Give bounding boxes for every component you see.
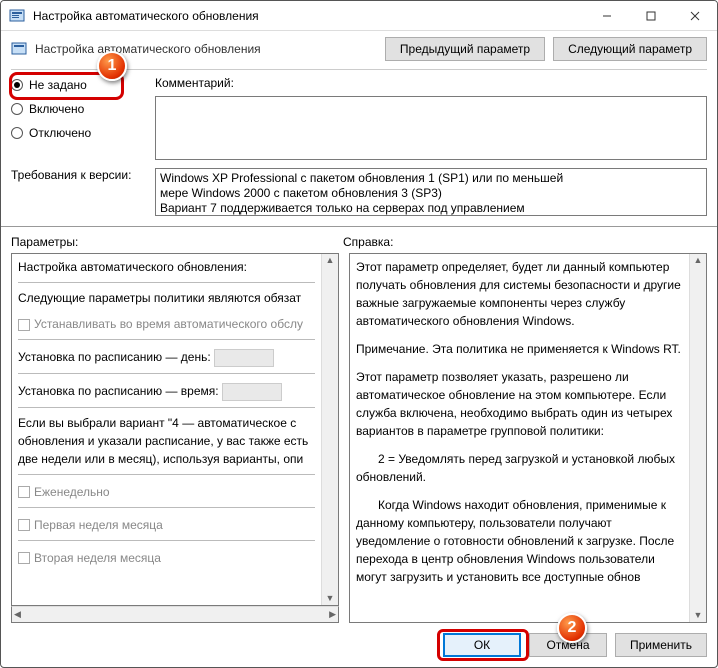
window-title: Настройка автоматического обновления — [33, 9, 585, 23]
policy-icon — [11, 41, 27, 57]
checkbox-install-during-maintenance[interactable]: Устанавливать во время автоматического о… — [18, 315, 315, 333]
radio-not-configured[interactable]: Не задано — [11, 78, 141, 92]
options-vertical-scrollbar[interactable]: ▲ ▼ — [321, 254, 338, 605]
options-heading: Настройка автоматического обновления: — [18, 258, 315, 276]
options-note: Следующие параметры политики являются об… — [18, 289, 315, 307]
radio-disabled[interactable]: Отключено — [11, 126, 141, 140]
options-panel-wrap: Настройка автоматического обновления: Сл… — [11, 253, 339, 623]
scheduled-time-field[interactable] — [222, 383, 282, 401]
state-section: Не задано Включено Отключено Комментарий… — [1, 70, 717, 164]
scroll-left-icon: ◀ — [14, 609, 21, 620]
checkbox-icon — [18, 319, 30, 331]
checkbox-icon — [18, 486, 30, 498]
close-button[interactable] — [673, 1, 717, 31]
help-content: Этот параметр определяет, будет ли данны… — [350, 254, 689, 622]
next-setting-button[interactable]: Следующий параметр — [553, 37, 707, 61]
requirements-text[interactable]: Windows XP Professional с пакетом обновл… — [155, 168, 707, 216]
scroll-down-icon: ▼ — [326, 594, 335, 603]
previous-setting-button[interactable]: Предыдущий параметр — [385, 37, 545, 61]
dialog-footer: ОК Отмена Применить — [1, 627, 717, 667]
options-panel: Настройка автоматического обновления: Сл… — [11, 253, 339, 606]
ok-button[interactable]: ОК — [443, 633, 521, 657]
radio-enabled[interactable]: Включено — [11, 102, 141, 116]
gpo-setting-dialog: Настройка автоматического обновления Нас… — [0, 0, 718, 668]
help-vertical-scrollbar[interactable]: ▲ ▼ — [689, 254, 706, 622]
titlebar: Настройка автоматического обновления — [1, 1, 717, 31]
scheduled-day-field[interactable] — [214, 349, 274, 367]
scroll-down-icon: ▼ — [694, 611, 703, 620]
checkbox-icon — [18, 552, 30, 564]
checkbox-weekly[interactable]: Еженедельно — [18, 483, 315, 501]
comment-textarea[interactable] — [155, 96, 707, 160]
cancel-button[interactable]: Отмена — [529, 633, 607, 657]
state-radio-group: Не задано Включено Отключено — [11, 76, 141, 160]
radio-label: Включено — [29, 102, 84, 116]
checkbox-second-week[interactable]: Вторая неделя месяца — [18, 549, 315, 567]
setting-title: Настройка автоматического обновления — [35, 42, 377, 56]
options-content: Настройка автоматического обновления: Сл… — [12, 254, 321, 605]
divider — [1, 226, 717, 227]
checkbox-icon — [18, 519, 30, 531]
comment-section: Комментарий: — [155, 76, 707, 160]
policy-icon — [9, 8, 25, 24]
panel-labels: Параметры: Справка: — [1, 231, 717, 251]
panels: Настройка автоматического обновления: Сл… — [1, 251, 717, 627]
requirements-label: Требования к версии: — [11, 168, 141, 216]
scheduled-day-row: Установка по расписанию — день: — [18, 348, 315, 367]
scroll-up-icon: ▲ — [694, 256, 703, 265]
scroll-up-icon: ▲ — [326, 256, 335, 265]
params-label: Параметры: — [11, 235, 343, 249]
radio-label: Отключено — [29, 126, 91, 140]
options-horizontal-scrollbar[interactable]: ◀ ▶ — [11, 606, 339, 623]
checkbox-first-week[interactable]: Первая неделя месяца — [18, 516, 315, 534]
radio-label: Не задано — [29, 78, 87, 92]
maximize-button[interactable] — [629, 1, 673, 31]
requirements-section: Требования к версии: Windows XP Professi… — [1, 164, 717, 222]
scheduled-time-row: Установка по расписанию — время: — [18, 382, 315, 401]
scroll-right-icon: ▶ — [329, 609, 336, 620]
minimize-button[interactable] — [585, 1, 629, 31]
help-panel: Этот параметр определяет, будет ли данны… — [349, 253, 707, 623]
help-label: Справка: — [343, 235, 707, 249]
apply-button[interactable]: Применить — [615, 633, 707, 657]
header-row: Настройка автоматического обновления Пре… — [1, 31, 717, 67]
comment-label: Комментарий: — [155, 76, 707, 90]
